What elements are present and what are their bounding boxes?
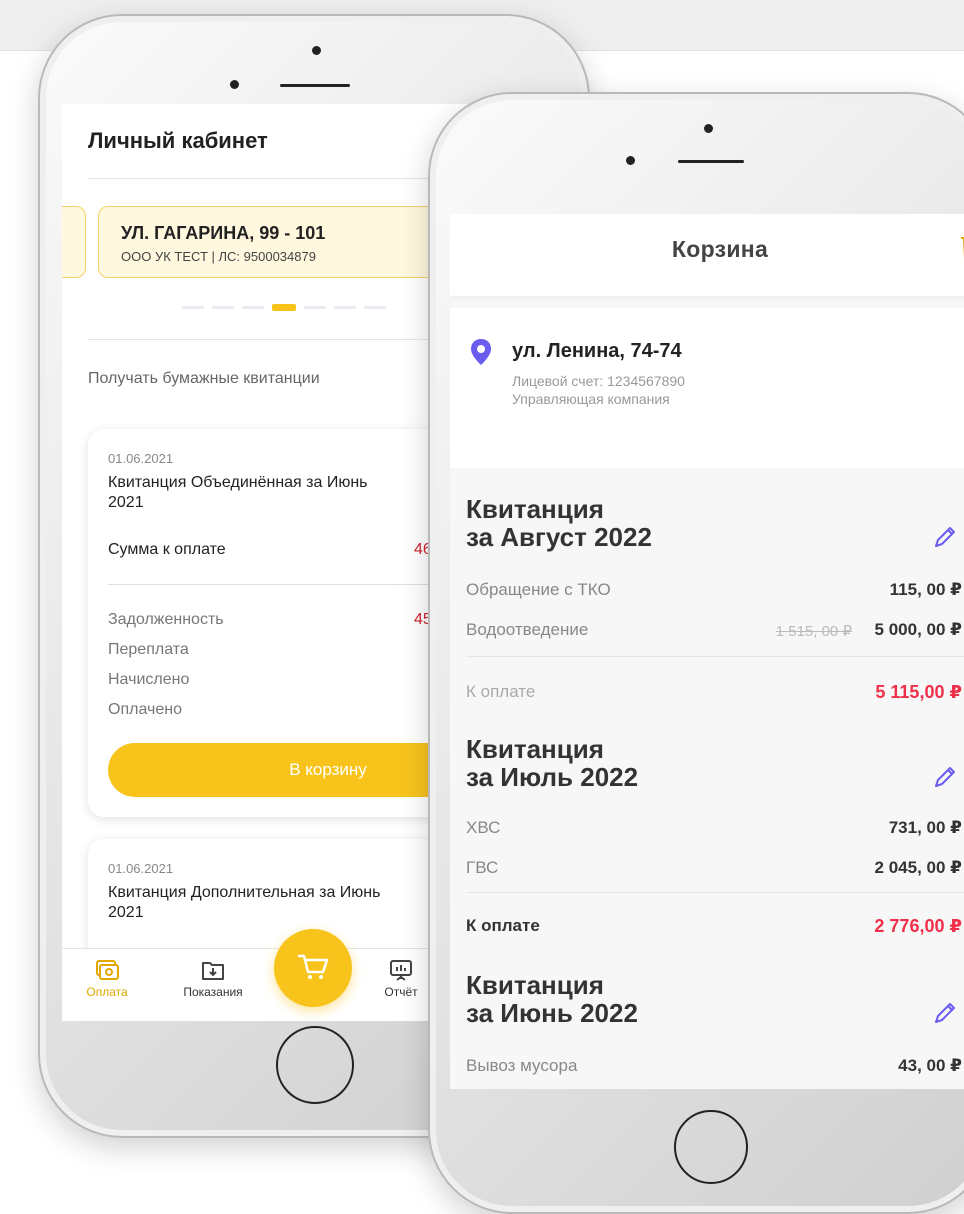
cart-title: Корзина <box>671 236 769 262</box>
tab-pay[interactable]: Оплата <box>62 959 152 999</box>
location-account: Лицевой счет: 1234567890 <box>512 373 685 389</box>
paper-receipts-toggle-label[interactable]: Получать бумажные квитанции <box>88 370 320 388</box>
item-name: Обращение с ТКО <box>466 580 611 599</box>
item-name: Вывоз мусора <box>466 1056 578 1075</box>
address-card-previous[interactable] <box>62 206 86 278</box>
tab-readings-label: Показания <box>183 985 243 999</box>
charged-label: Начислено <box>108 671 190 688</box>
item-amount: 43, 00 ₽ <box>898 1056 962 1075</box>
item-name: ХВС <box>466 818 501 837</box>
pager-dot[interactable] <box>304 306 326 309</box>
item-amount: 731, 00 ₽ <box>888 818 962 837</box>
section-title-line1: Квитанция <box>466 734 604 764</box>
earpiece-speaker <box>678 160 744 163</box>
section-divider <box>466 892 964 893</box>
pager-dot[interactable] <box>182 306 204 309</box>
cart-fab-button[interactable] <box>274 929 352 1007</box>
phone-right: Корзина ул. Ленина, 74-74 Лицевой счет: … <box>428 92 964 1214</box>
pager-dot-active[interactable] <box>272 304 296 311</box>
debt-label: Задолженность <box>108 611 224 628</box>
address-street: УЛ. ГАГАРИНА, 99 - 101 <box>121 223 326 243</box>
overpayment-label: Переплата <box>108 641 189 658</box>
receipt-title: Квитанция Дополнительная за Июнь 2021 <box>108 884 381 921</box>
tab-readings[interactable]: Показания <box>168 959 258 999</box>
address-pager <box>182 304 386 311</box>
trash-icon[interactable] <box>958 232 964 262</box>
home-button[interactable] <box>674 1110 748 1184</box>
receipt-date: 01.06.2021 <box>108 451 174 466</box>
front-camera <box>230 80 239 89</box>
pager-dot[interactable] <box>242 306 264 309</box>
presentation-chart-icon <box>389 959 413 981</box>
location-pin-icon <box>471 339 491 365</box>
pager-dot[interactable] <box>364 306 386 309</box>
tab-pay-label: Оплата <box>86 985 128 999</box>
wallet-icon <box>95 959 119 981</box>
page-title: Личный кабинет <box>88 128 268 153</box>
section-divider <box>466 656 964 657</box>
item-name: Водоотведение <box>466 620 589 639</box>
item-amount: 2 045, 00 ₽ <box>874 858 962 877</box>
total-amount: 5 115,00 ₽ <box>875 682 962 702</box>
section-title-line1: Квитанция <box>466 494 604 524</box>
earpiece-speaker <box>280 84 350 87</box>
front-camera <box>626 156 635 165</box>
proximity-sensor <box>704 124 713 133</box>
total-amount: 2 776,00 ₽ <box>874 916 962 936</box>
item-amount: 5 000, 00 ₽ <box>874 620 962 639</box>
item-amount: 115, 00 ₽ <box>889 580 962 599</box>
section-title-line2: за Июль 2022 <box>466 762 639 792</box>
pager-dot[interactable] <box>334 306 356 309</box>
paid-label: Оплачено <box>108 701 182 718</box>
receipt-date: 01.06.2021 <box>108 861 174 876</box>
pencil-icon[interactable] <box>932 524 958 550</box>
tab-reports-label: Отчёт <box>384 985 418 999</box>
location-company: Управляющая компания <box>512 391 670 407</box>
pencil-icon[interactable] <box>932 764 958 790</box>
total-label: К оплате <box>466 682 536 701</box>
pager-dot[interactable] <box>212 306 234 309</box>
cart-icon <box>297 954 329 979</box>
home-button[interactable] <box>276 1026 354 1104</box>
download-folder-icon <box>201 959 225 981</box>
section-title-line1: Квитанция <box>466 970 604 1000</box>
receipt-title: Квитанция Объединённая за Июнь 2021 <box>108 474 368 511</box>
right-screen: Корзина ул. Ленина, 74-74 Лицевой счет: … <box>450 214 964 1089</box>
section-title-line2: за Июнь 2022 <box>466 998 638 1028</box>
section-title-line2: за Август 2022 <box>466 522 652 552</box>
total-label: К оплате <box>466 916 540 935</box>
proximity-sensor <box>312 46 321 55</box>
item-name: ГВС <box>466 858 499 877</box>
pencil-icon[interactable] <box>932 1000 958 1026</box>
location-street: ул. Ленина, 74-74 <box>512 340 682 362</box>
address-details: ООО УК ТЕСТ | ЛС: 9500034879 <box>121 249 316 264</box>
location-block: ул. Ленина, 74-74 Лицевой счет: 12345678… <box>450 308 964 468</box>
cart-header: Корзина <box>450 214 964 296</box>
sum-label: Сумма к оплате <box>108 541 226 558</box>
